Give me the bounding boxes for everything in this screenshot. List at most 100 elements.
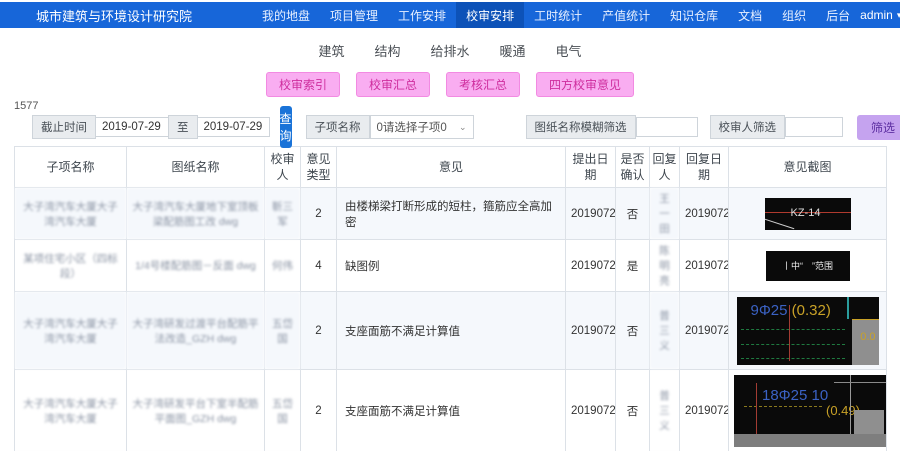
nav-item-organization[interactable]: 组织 bbox=[772, 2, 816, 28]
cad-rebar-text: 18Φ25 10 bbox=[762, 387, 828, 404]
cell-replier: 王一田 bbox=[650, 188, 680, 240]
tab-structure[interactable]: 结构 bbox=[374, 41, 400, 60]
review-summary-button[interactable]: 校审汇总 bbox=[356, 72, 430, 97]
header-screenshot: 意见截图 bbox=[729, 147, 887, 188]
review-table: 子项名称 图纸名称 校审人 意见类型 意见 提出日期 是否确认 回复人 回复日期… bbox=[14, 146, 887, 451]
cad-screenshot-rebar[interactable]: 9Φ25 (0.32) 0.0 bbox=[737, 297, 879, 365]
cell-date: 20190729 bbox=[566, 370, 616, 451]
cad-gray-line bbox=[850, 375, 851, 434]
cell-opinion: 由楼梯梁打断形成的短柱，箍筋应全高加密 bbox=[337, 188, 566, 240]
tab-hvac[interactable]: 暖通 bbox=[500, 41, 526, 60]
table-row: 某项住宅小区（四标段） 1/4号楼配筋图－反面 dwg 何伟 4 缺图例 201… bbox=[15, 240, 887, 292]
query-button[interactable]: 查询 bbox=[280, 106, 292, 148]
cell-screenshot: KZ-14 bbox=[729, 188, 887, 240]
cad-gray-line bbox=[834, 382, 887, 383]
cad-screenshot-kz14[interactable]: KZ-14 bbox=[765, 198, 851, 230]
cell-confirmed: 否 bbox=[616, 188, 650, 240]
cell-drawing: 大子湾汽车大厦地下室顶板梁配筋图工改 dwg bbox=[127, 188, 265, 240]
four-party-review-button[interactable]: 四方校审意见 bbox=[536, 72, 634, 97]
date-from-input[interactable] bbox=[96, 117, 168, 137]
cell-date: 20190729 bbox=[566, 240, 616, 292]
table-header-row: 子项名称 图纸名称 校审人 意见类型 意见 提出日期 是否确认 回复人 回复日期… bbox=[15, 147, 887, 188]
cad-rebar-text: 9Φ25 (0.32) bbox=[751, 302, 831, 319]
page: 城市建筑与环境设计研究院 我的地盘 项目管理 工作安排 校审安排 工时统计 产值… bbox=[0, 0, 900, 451]
cell-opinion-type: 2 bbox=[301, 188, 337, 240]
header-confirmed: 是否确认 bbox=[616, 147, 650, 188]
cell-opinion: 支座面筋不满足计算值 bbox=[337, 370, 566, 451]
cell-subitem: 大子湾汽车大厦大子湾汽车大厦 bbox=[15, 188, 127, 240]
nav-item-my-space[interactable]: 我的地盘 bbox=[252, 2, 320, 28]
cell-screenshot: 9Φ25 (0.32) 0.0 bbox=[729, 292, 887, 370]
date-range-group: 截止时间 至 bbox=[32, 115, 270, 139]
cell-reviewer: 何伟 bbox=[265, 240, 301, 292]
filter-bar: 截止时间 至 查询 子项名称 0请选择子项0 ⌄ 图纸名称模糊筛选 校审人筛选 … bbox=[32, 115, 886, 139]
table-row: 大子湾汽车大厦大子湾汽车大厦 大子湾汽车大厦地下室顶板梁配筋图工改 dwg 靳三… bbox=[15, 188, 887, 240]
cell-replier: 普三义 bbox=[650, 370, 680, 451]
cell-reviewer: 五岱国 bbox=[265, 370, 301, 451]
header-subitem: 子项名称 bbox=[15, 147, 127, 188]
nav-item-documents[interactable]: 文档 bbox=[728, 2, 772, 28]
cad-gray-strip bbox=[734, 434, 887, 447]
nav-item-work-schedule[interactable]: 工作安排 bbox=[388, 2, 456, 28]
cell-subitem: 大子湾汽车大厦大子湾汽车大厦 bbox=[15, 370, 127, 451]
cad-screenshot-rebar[interactable]: 18Φ25 10 (0.49) bbox=[734, 375, 887, 447]
header-opinion-type: 意见类型 bbox=[301, 147, 337, 188]
chevron-down-icon: ⌄ bbox=[459, 123, 467, 132]
discipline-tabs: 建筑 结构 给排水 暖通 电气 bbox=[0, 28, 900, 60]
cad-label: KZ-14 bbox=[791, 207, 821, 219]
record-count: 1577 bbox=[14, 100, 900, 112]
top-navbar: 城市建筑与环境设计研究院 我的地盘 项目管理 工作安排 校审安排 工时统计 产值… bbox=[0, 2, 900, 28]
tab-plumbing[interactable]: 给排水 bbox=[430, 41, 469, 60]
nav-item-review-schedule[interactable]: 校审安排 bbox=[456, 2, 524, 28]
header-replier: 回复人 bbox=[650, 147, 680, 188]
tab-electrical[interactable]: 电气 bbox=[556, 41, 582, 60]
cell-subitem: 大子湾汽车大厦大子湾汽车大厦 bbox=[15, 292, 127, 370]
cell-reply-date: 20190729 bbox=[680, 370, 729, 451]
cad-red-line bbox=[756, 383, 757, 434]
cell-opinion-type: 2 bbox=[301, 292, 337, 370]
tab-architecture[interactable]: 建筑 bbox=[318, 41, 344, 60]
app-title: 城市建筑与环境设计研究院 bbox=[36, 6, 192, 25]
cell-opinion: 缺图例 bbox=[337, 240, 566, 292]
filter-button[interactable]: 筛选 bbox=[857, 115, 900, 140]
cell-opinion: 支座面筋不满足计算值 bbox=[337, 292, 566, 370]
header-reply-date: 回复日期 bbox=[680, 147, 729, 188]
drawing-filter-label: 图纸名称模糊筛选 bbox=[526, 115, 636, 139]
date-to-label: 至 bbox=[168, 115, 198, 139]
main-menu: 我的地盘 项目管理 工作安排 校审安排 工时统计 产值统计 知识仓库 文档 组织… bbox=[252, 2, 860, 28]
header-drawing: 图纸名称 bbox=[127, 147, 265, 188]
header-opinion: 意见 bbox=[337, 147, 566, 188]
cell-drawing: 大子湾研发平台下室半配筋平面图_GZH dwg bbox=[127, 370, 265, 451]
table-row: 大子湾汽车大厦大子湾汽车大厦 大子湾研发平台下室半配筋平面图_GZH dwg 五… bbox=[15, 370, 887, 451]
cad-value-label: 0.0 bbox=[860, 331, 875, 343]
assessment-summary-button[interactable]: 考核汇总 bbox=[446, 72, 520, 97]
header-reviewer: 校审人 bbox=[265, 147, 301, 188]
cell-opinion-type: 4 bbox=[301, 240, 337, 292]
nav-item-project-mgmt[interactable]: 项目管理 bbox=[320, 2, 388, 28]
cad-dashed-line bbox=[741, 344, 845, 345]
cad-label: 丨中“ ”范围 bbox=[782, 259, 833, 272]
nav-item-output-stats[interactable]: 产值统计 bbox=[592, 2, 660, 28]
nav-item-hours-stats[interactable]: 工时统计 bbox=[524, 2, 592, 28]
cell-reply-date: 20190729 bbox=[680, 188, 729, 240]
date-label: 截止时间 bbox=[32, 115, 96, 139]
review-index-button[interactable]: 校审索引 bbox=[266, 72, 340, 97]
subitem-selected-value: 0请选择子项0 bbox=[377, 119, 447, 135]
date-to-input[interactable] bbox=[198, 117, 270, 137]
cad-red-line bbox=[789, 305, 790, 361]
cad-screenshot-text[interactable]: 丨中“ ”范围 bbox=[766, 251, 850, 281]
user-menu[interactable]: admin ▾ bbox=[860, 8, 900, 22]
cell-reviewer: 五岱国 bbox=[265, 292, 301, 370]
reviewer-filter-input[interactable] bbox=[785, 117, 843, 137]
drawing-filter-input[interactable] bbox=[636, 117, 698, 137]
cad-dashed-line bbox=[741, 358, 845, 359]
cell-confirmed: 是 bbox=[616, 240, 650, 292]
action-button-row: 校审索引 校审汇总 考核汇总 四方校审意见 bbox=[0, 72, 900, 97]
cell-drawing: 大子湾研发过渡平台配筋平法改造_GZH dwg bbox=[127, 292, 265, 370]
cell-opinion-type: 2 bbox=[301, 370, 337, 451]
reviewer-filter-group: 校审人筛选 bbox=[710, 115, 844, 139]
cell-screenshot: 丨中“ ”范围 bbox=[729, 240, 887, 292]
subitem-select[interactable]: 0请选择子项0 ⌄ bbox=[370, 115, 474, 139]
nav-item-knowledge-base[interactable]: 知识仓库 bbox=[660, 2, 728, 28]
nav-item-backend[interactable]: 后台 bbox=[816, 2, 860, 28]
